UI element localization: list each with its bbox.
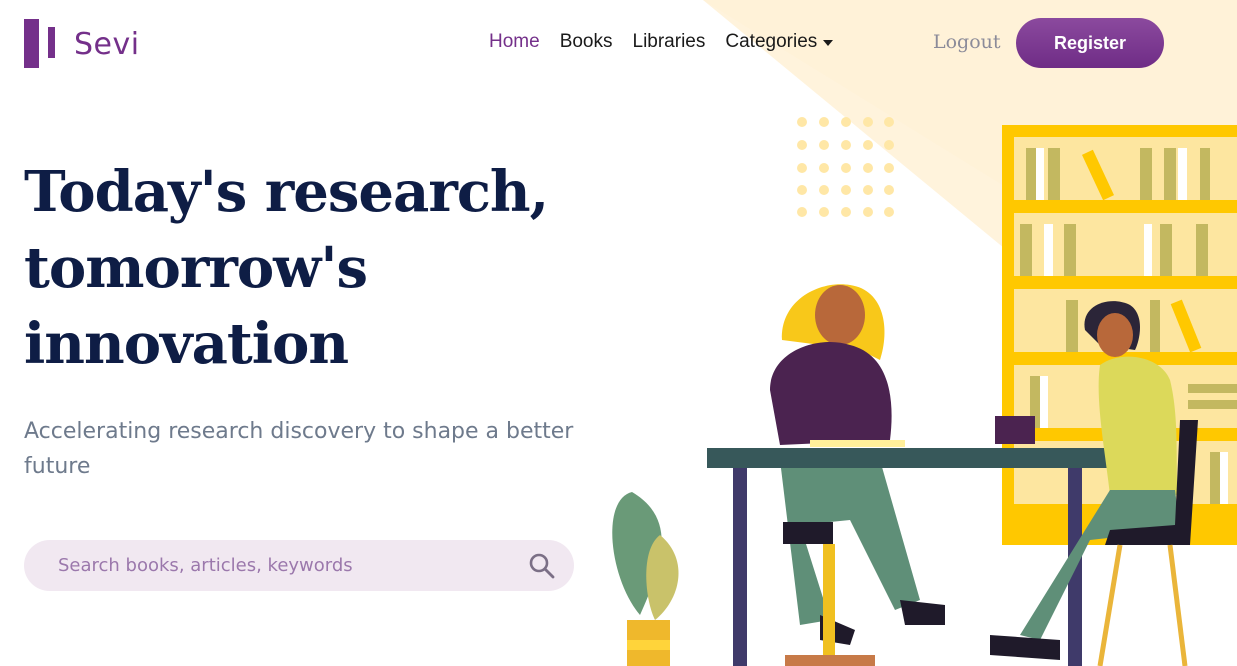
hero-subtitle: Accelerating research discovery to shape… bbox=[24, 419, 574, 479]
nav-libraries[interactable]: Libraries bbox=[633, 31, 706, 53]
hero-title: Today's research, tomorrow's innovation bbox=[24, 159, 549, 377]
nav-categories-label: Categories bbox=[725, 31, 818, 52]
logout-link[interactable]: Logout bbox=[933, 31, 1001, 53]
caret-down-icon bbox=[823, 40, 834, 46]
nav-home[interactable]: Home bbox=[489, 31, 540, 53]
brand-name: Sevi bbox=[74, 27, 140, 62]
register-button[interactable]: Register bbox=[1016, 18, 1164, 68]
nav-categories[interactable]: Categories bbox=[725, 31, 834, 53]
search-input[interactable] bbox=[58, 540, 518, 591]
search-icon[interactable] bbox=[528, 552, 556, 580]
potted-plant bbox=[612, 492, 679, 666]
search-bar bbox=[24, 540, 574, 591]
nav-books[interactable]: Books bbox=[560, 31, 613, 53]
brand-logo[interactable]: Sevi bbox=[24, 19, 140, 68]
reading-illustration bbox=[612, 117, 1237, 666]
site-header: Sevi Home Books Libraries Categories Log… bbox=[0, 0, 1237, 90]
logo-icon bbox=[24, 19, 55, 68]
dot-grid-decoration bbox=[797, 117, 894, 217]
main-nav: Home Books Libraries Categories bbox=[489, 31, 834, 53]
